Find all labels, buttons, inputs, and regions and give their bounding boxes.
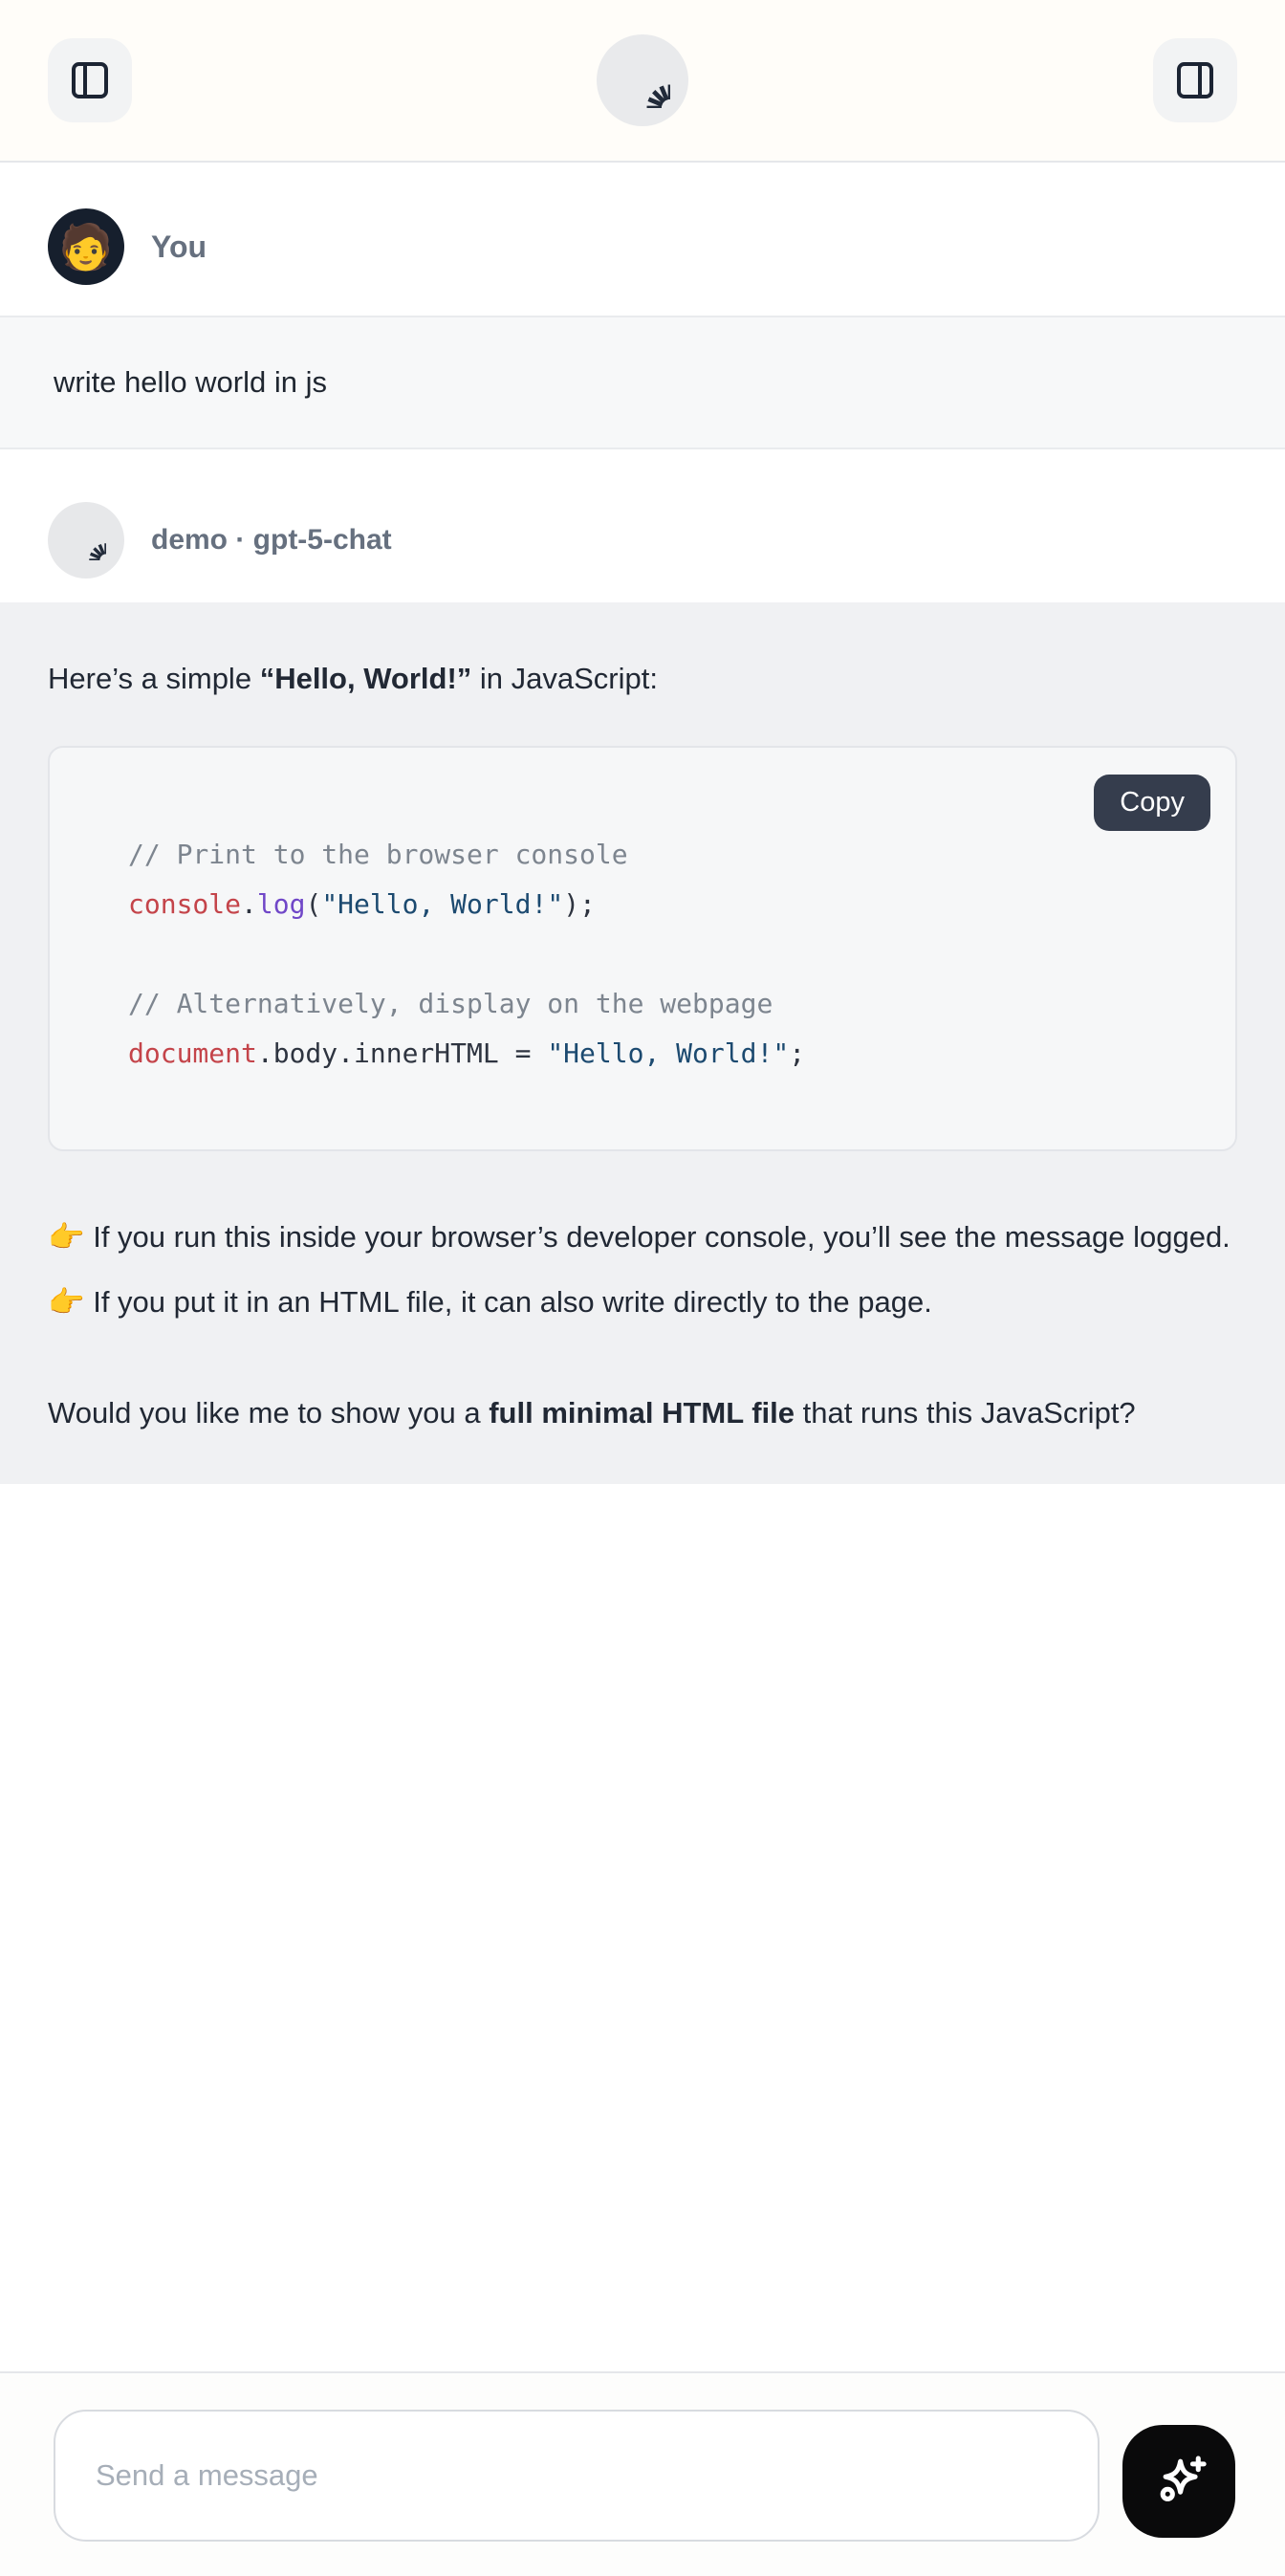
assistant-message: demo · gpt-5-chat Here’s a simple “Hello… <box>0 449 1285 1484</box>
code-content: // Print to the browser console console.… <box>128 830 1197 1079</box>
starburst-icon <box>66 520 106 560</box>
intro-text: Here’s a simple <box>48 662 260 695</box>
sidebar-toggle-button[interactable] <box>48 38 132 122</box>
user-message-text: write hello world in js <box>0 316 1285 449</box>
chat-screen: 🧑 You write hello world in js demo · gpt… <box>0 0 1285 2576</box>
sparkle-icon <box>1148 2451 1209 2512</box>
intro-bold-text: “Hello, World!” <box>260 662 472 695</box>
starburst-icon <box>615 53 670 108</box>
question-text: Would you like me to show you a <box>48 1396 489 1430</box>
assistant-tips: 👉 If you run this inside your browser’s … <box>48 1205 1237 1335</box>
copy-button[interactable]: Copy <box>1094 775 1210 831</box>
intro-text-after: in JavaScript: <box>471 662 658 695</box>
topbar <box>0 0 1285 163</box>
tip-line: 👉 If you put it in an HTML file, it can … <box>48 1285 932 1319</box>
user-message: 🧑 You write hello world in js <box>0 163 1285 449</box>
tip-line: 👉 If you run this inside your browser’s … <box>48 1220 1231 1254</box>
panel-right-icon <box>1172 57 1218 103</box>
question-text-after: that runs this JavaScript? <box>795 1396 1136 1430</box>
assistant-question: Would you like me to show you a full min… <box>48 1381 1237 1446</box>
right-panel-toggle-button[interactable] <box>1153 38 1237 122</box>
assistant-intro: Here’s a simple “Hello, World!” in JavaS… <box>48 646 1237 711</box>
chat-empty-space <box>0 1484 1285 2371</box>
question-bold-text: full minimal HTML file <box>489 1396 795 1430</box>
model-logo-button[interactable] <box>597 34 688 126</box>
send-button[interactable] <box>1122 2425 1235 2538</box>
assistant-sender-name: demo · gpt-5-chat <box>151 524 392 557</box>
assistant-message-body: Here’s a simple “Hello, World!” in JavaS… <box>0 602 1285 1484</box>
panel-left-icon <box>67 57 113 103</box>
user-avatar-emoji: 🧑 <box>58 225 113 269</box>
composer-bar <box>0 2371 1285 2576</box>
assistant-avatar <box>48 502 124 579</box>
code-block: Copy // Print to the browser console con… <box>48 746 1237 1151</box>
user-avatar: 🧑 <box>48 208 124 285</box>
user-sender-name: You <box>151 229 207 265</box>
assistant-sender-row: demo · gpt-5-chat <box>0 449 1285 602</box>
user-sender-row: 🧑 You <box>0 163 1285 316</box>
message-input[interactable] <box>54 2410 1100 2542</box>
